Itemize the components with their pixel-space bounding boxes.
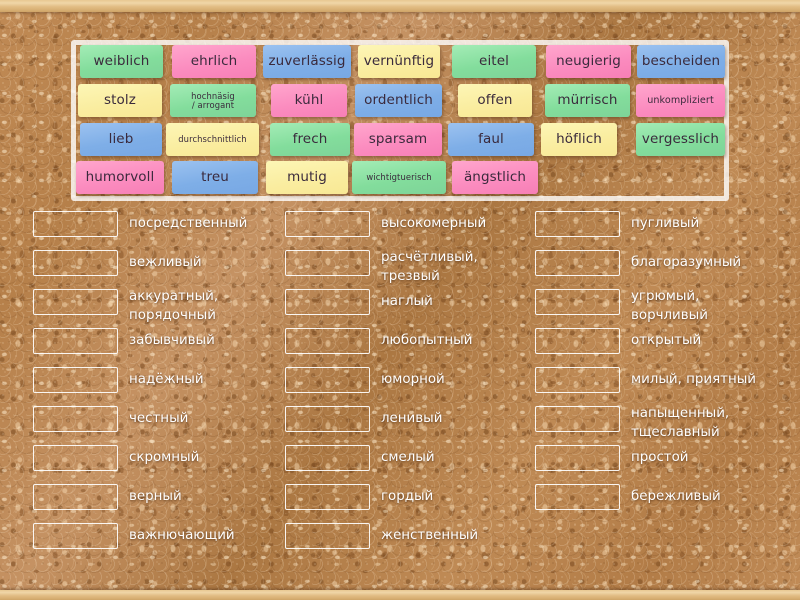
answer-label: забывчивый	[129, 332, 215, 348]
answer-drop-slot[interactable]	[33, 367, 118, 393]
word-tile[interactable]: offen	[458, 84, 532, 117]
answer-label: гордый	[381, 488, 434, 504]
answer-label: любопытный	[381, 332, 473, 348]
word-tile[interactable]: vernünftig	[358, 45, 440, 78]
answer-label: угрюмый, ворчливый	[631, 289, 708, 323]
word-tile[interactable]: zuverlässig	[263, 45, 351, 78]
answer-label: вежливый	[129, 254, 202, 270]
word-tile[interactable]: ehrlich	[172, 45, 256, 78]
answer-label: посредственный	[129, 215, 248, 231]
answer-drop-slot[interactable]	[33, 484, 118, 510]
answer-drop-slot[interactable]	[535, 445, 620, 471]
answer-label: честный	[129, 410, 189, 426]
answer-drop-slot[interactable]	[535, 367, 620, 393]
answer-label: открытый	[631, 332, 702, 348]
answer-drop-slot[interactable]	[33, 211, 118, 237]
answer-label: надёжный	[129, 371, 204, 387]
answer-label: пугливый	[631, 215, 700, 231]
word-tile[interactable]: vergesslich	[636, 123, 725, 156]
cork-board: weiblich ehrlich zuverlässig vernünftig eite…	[0, 0, 800, 600]
answer-drop-slot[interactable]	[33, 523, 118, 549]
word-tile[interactable]: lieb	[80, 123, 162, 156]
answer-label: верный	[129, 488, 182, 504]
word-tile[interactable]: stolz	[78, 84, 162, 117]
answer-drop-slot[interactable]	[285, 328, 370, 354]
word-tile[interactable]: faul	[448, 123, 534, 156]
answer-drop-slot[interactable]	[535, 250, 620, 276]
word-tile[interactable]: wichtigtuerisch	[352, 161, 446, 194]
answer-label: расчётливый, трезвый	[381, 250, 478, 284]
word-tile[interactable]: höflich	[541, 123, 617, 156]
answer-drop-slot[interactable]	[285, 289, 370, 315]
word-tile[interactable]: ängstlich	[452, 161, 538, 194]
answer-drop-slot[interactable]	[285, 445, 370, 471]
word-tile[interactable]: mutig	[266, 161, 348, 194]
answer-label: смелый	[381, 449, 435, 465]
answer-drop-slot[interactable]	[535, 328, 620, 354]
answer-label: аккуратный, порядочный	[129, 289, 219, 323]
answer-drop-slot[interactable]	[33, 250, 118, 276]
word-tile[interactable]: frech	[270, 123, 350, 156]
answer-label: скромный	[129, 449, 200, 465]
answer-label: простой	[631, 449, 689, 465]
answer-label: важнючающий	[129, 527, 235, 543]
word-tile[interactable]: mürrisch	[545, 84, 630, 117]
answer-label: напыщенный, тщеславный	[631, 406, 730, 440]
word-tile[interactable]: humorvoll	[76, 161, 164, 194]
answer-drop-slot[interactable]	[285, 367, 370, 393]
answer-drop-slot[interactable]	[285, 250, 370, 276]
word-tile[interactable]: kühl	[271, 84, 347, 117]
word-tile[interactable]: weiblich	[80, 45, 163, 78]
answer-label: женственный	[381, 527, 479, 543]
answer-label: благоразумный	[631, 254, 742, 270]
word-tile[interactable]: unkompliziert	[636, 84, 725, 117]
answer-drop-slot[interactable]	[285, 211, 370, 237]
answer-drop-slot[interactable]	[33, 406, 118, 432]
answer-label: ленивый	[381, 410, 443, 426]
answer-label: юморной	[381, 371, 445, 387]
answer-drop-slot[interactable]	[535, 211, 620, 237]
word-tile[interactable]: ordentlich	[355, 84, 442, 117]
word-tile[interactable]: durchschnittlich	[166, 123, 259, 156]
answer-drop-slot[interactable]	[535, 289, 620, 315]
word-tile[interactable]: neugierig	[546, 45, 631, 78]
word-tile[interactable]: bescheiden	[637, 45, 725, 78]
word-tile[interactable]: hochnäsig / arrogant	[170, 84, 256, 117]
answer-drop-slot[interactable]	[535, 484, 620, 510]
answer-drop-slot[interactable]	[33, 445, 118, 471]
word-tile[interactable]: treu	[172, 161, 258, 194]
word-tile[interactable]: sparsam	[354, 123, 442, 156]
answer-drop-slot[interactable]	[33, 289, 118, 315]
answer-label: милый, приятный	[631, 371, 756, 387]
answer-drop-slot[interactable]	[285, 523, 370, 549]
answer-drop-slot[interactable]	[285, 484, 370, 510]
answer-label: высокомерный	[381, 215, 487, 231]
wood-frame-bottom	[0, 590, 800, 600]
wood-frame-top	[0, 0, 800, 12]
answer-label: бережливый	[631, 488, 721, 504]
answer-label: наглый	[381, 293, 433, 309]
word-tile[interactable]: eitel	[452, 45, 536, 78]
answer-drop-slot[interactable]	[535, 406, 620, 432]
answer-drop-slot[interactable]	[285, 406, 370, 432]
answer-drop-slot[interactable]	[33, 328, 118, 354]
